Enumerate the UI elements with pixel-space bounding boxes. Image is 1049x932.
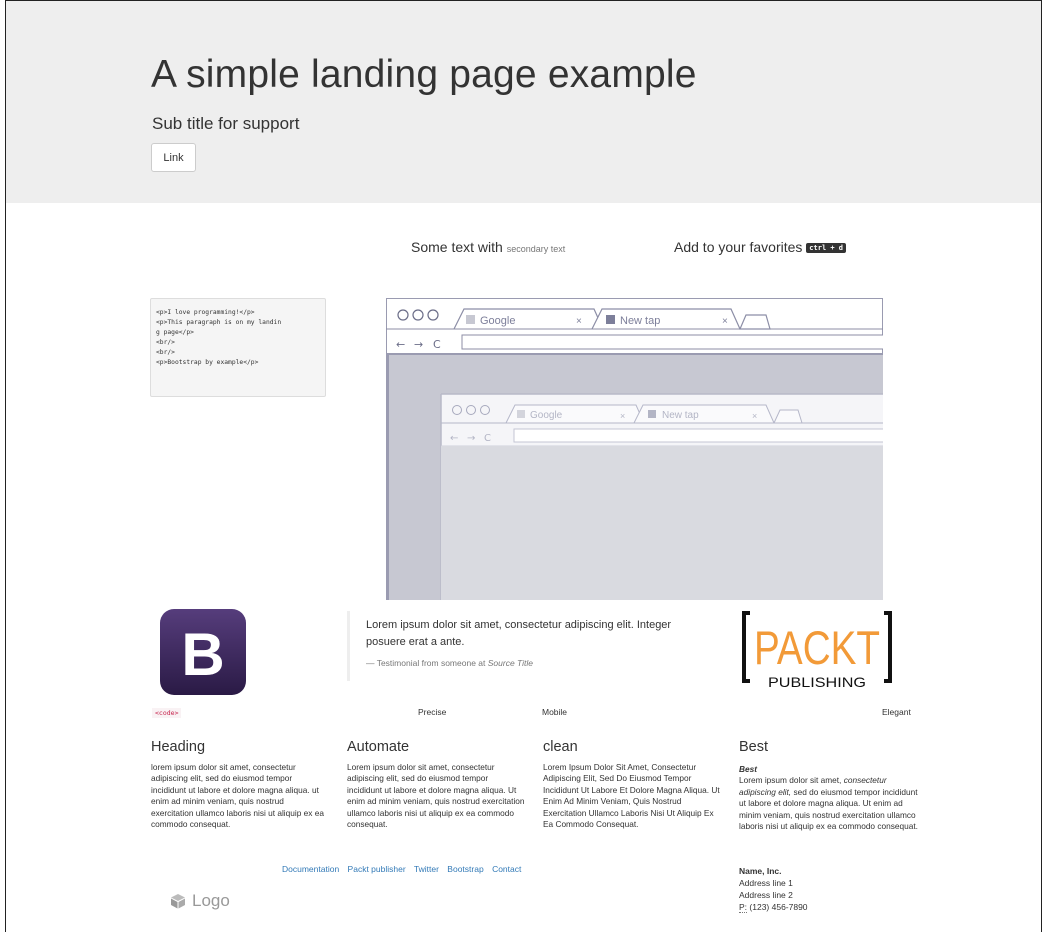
precise-label: Precise bbox=[418, 707, 447, 717]
footer-link-packt[interactable]: Packt publisher bbox=[348, 864, 406, 874]
feature-column-2: Automate Lorem ipsum dolor sit amet, con… bbox=[347, 739, 525, 830]
outer-address-bar bbox=[461, 334, 883, 350]
column-heading: Best bbox=[739, 739, 769, 755]
browser-illustration: Google × New tap × ← → C Google × New ta… bbox=[386, 298, 883, 600]
column-text: lorem ipsum dolor sit amet, consectetur … bbox=[151, 762, 324, 830]
secondary-text-heading: Some text with secondary text bbox=[411, 239, 565, 255]
column-text: Lorem Ipsum Dolor Sit Amet, Consectetur … bbox=[543, 762, 720, 830]
outer-tab-newtap-label: New tap bbox=[620, 315, 660, 327]
inner-address-bar bbox=[513, 428, 883, 443]
packt-bracket-left bbox=[742, 611, 750, 683]
code-block: <p>I love programming!</p> <p>This parag… bbox=[150, 298, 326, 397]
cube-icon bbox=[171, 894, 185, 909]
outer-tab-google-label: Google bbox=[480, 315, 515, 327]
phone-number: (123) 456-7890 bbox=[749, 902, 808, 912]
page-title: A simple landing page example bbox=[151, 53, 697, 96]
column-subheading: Best bbox=[739, 764, 757, 774]
column-text-italic: consectetur bbox=[843, 775, 887, 786]
feature-column-3: clean Lorem Ipsum Dolor Sit Amet, Consec… bbox=[543, 739, 723, 830]
tab-close-icon: × bbox=[576, 316, 582, 327]
tab-favicon-icon bbox=[517, 410, 525, 418]
bootstrap-logo-letter: B bbox=[181, 621, 224, 688]
footer-link-contact[interactable]: Contact bbox=[492, 864, 521, 874]
inner-page-area bbox=[441, 446, 883, 600]
page-subtitle: Sub title for support bbox=[152, 114, 300, 133]
column-text: Lorem ipsum dolor sit amet, consectetur … bbox=[347, 762, 525, 830]
footer-links: Documentation Packt publisher Twitter Bo… bbox=[282, 864, 527, 874]
column-text: Lorem ipsum dolor sit amet, consectetur … bbox=[739, 775, 919, 832]
link-button[interactable]: Link bbox=[151, 143, 196, 172]
tab-close-icon: × bbox=[620, 411, 625, 421]
column-heading: Heading bbox=[151, 739, 206, 755]
mobile-label: Mobile bbox=[542, 707, 568, 717]
address-line-2: Address line 2 bbox=[739, 890, 793, 900]
new-tab-icon bbox=[739, 314, 771, 330]
footer-logo[interactable]: Logo bbox=[170, 891, 230, 911]
company-name: Name, Inc. bbox=[739, 866, 782, 876]
secondary-text: secondary text bbox=[506, 244, 566, 254]
forward-arrow-icon: → bbox=[414, 338, 423, 351]
back-arrow-icon: ← bbox=[450, 433, 458, 444]
bootstrap-logo: B bbox=[160, 609, 246, 695]
tab-favicon-icon bbox=[606, 315, 615, 324]
column-heading: Automate bbox=[347, 739, 410, 755]
keyboard-shortcut: ctrl + d bbox=[806, 243, 847, 254]
column-text-part: Lorem ipsum dolor sit amet, bbox=[739, 775, 842, 786]
browser-image: Google × New tap × ← → C Google × New ta… bbox=[386, 298, 883, 600]
code-label: <code> bbox=[152, 708, 182, 718]
footer-link-twitter[interactable]: Twitter bbox=[414, 864, 439, 874]
inner-tab-google-label: Google bbox=[530, 410, 563, 421]
back-arrow-icon: ← bbox=[396, 338, 405, 351]
main-text: Some text with bbox=[411, 239, 503, 255]
testimonial-source: Source Title bbox=[487, 658, 534, 668]
address-block: Name, Inc. Address line 1 Address line 2… bbox=[739, 865, 808, 913]
packt-publishing-text: PUBLISHING bbox=[768, 674, 866, 690]
tab-close-icon: × bbox=[752, 411, 757, 421]
testimonial-footer-prefix: — Testimonial from someone at bbox=[366, 658, 486, 668]
tab-favicon-icon bbox=[466, 315, 475, 324]
favorites-text: Add to your favorites ctrl + d bbox=[674, 239, 847, 255]
jumbotron: A simple landing page example Sub title … bbox=[6, 1, 1041, 203]
tab-close-icon: × bbox=[722, 316, 728, 327]
column-heading: clean bbox=[543, 739, 578, 755]
packt-bracket-right bbox=[884, 611, 892, 683]
feature-column-4: Best Best Lorem ipsum dolor sit amet, co… bbox=[739, 739, 919, 832]
reload-icon: C bbox=[433, 338, 441, 351]
address-line-1: Address line 1 bbox=[739, 878, 793, 888]
testimonial-footer: — Testimonial from someone at Source Tit… bbox=[366, 658, 692, 668]
packt-logo: PACKT PUBLISHING bbox=[742, 611, 892, 690]
phone-line: P: (123) 456-7890 bbox=[739, 901, 808, 913]
tab-favicon-icon bbox=[648, 410, 656, 418]
elegant-label: Elegant bbox=[882, 707, 911, 717]
footer-link-documentation[interactable]: Documentation bbox=[282, 864, 339, 874]
column-text-italic: adipiscing elit, bbox=[739, 786, 792, 797]
feature-column-1: Heading lorem ipsum dolor sit amet, cons… bbox=[151, 739, 327, 830]
favorites-label: Add to your favorites bbox=[674, 239, 803, 255]
forward-arrow-icon: → bbox=[467, 433, 475, 444]
page-frame: A simple landing page example Sub title … bbox=[5, 0, 1042, 932]
testimonial-quote: Lorem ipsum dolor sit amet, consectetur … bbox=[366, 619, 672, 648]
inner-tab-newtap-label: New tap bbox=[662, 410, 699, 421]
phone-label: P: bbox=[739, 902, 748, 913]
footer-link-bootstrap[interactable]: Bootstrap bbox=[447, 864, 483, 874]
reload-icon: C bbox=[484, 433, 491, 444]
testimonial-blockquote: Lorem ipsum dolor sit amet, consectetur … bbox=[347, 611, 692, 681]
logo-text: Logo bbox=[192, 891, 230, 910]
outer-left-edge bbox=[386, 354, 389, 600]
packt-logo-text: PACKT bbox=[754, 621, 880, 674]
